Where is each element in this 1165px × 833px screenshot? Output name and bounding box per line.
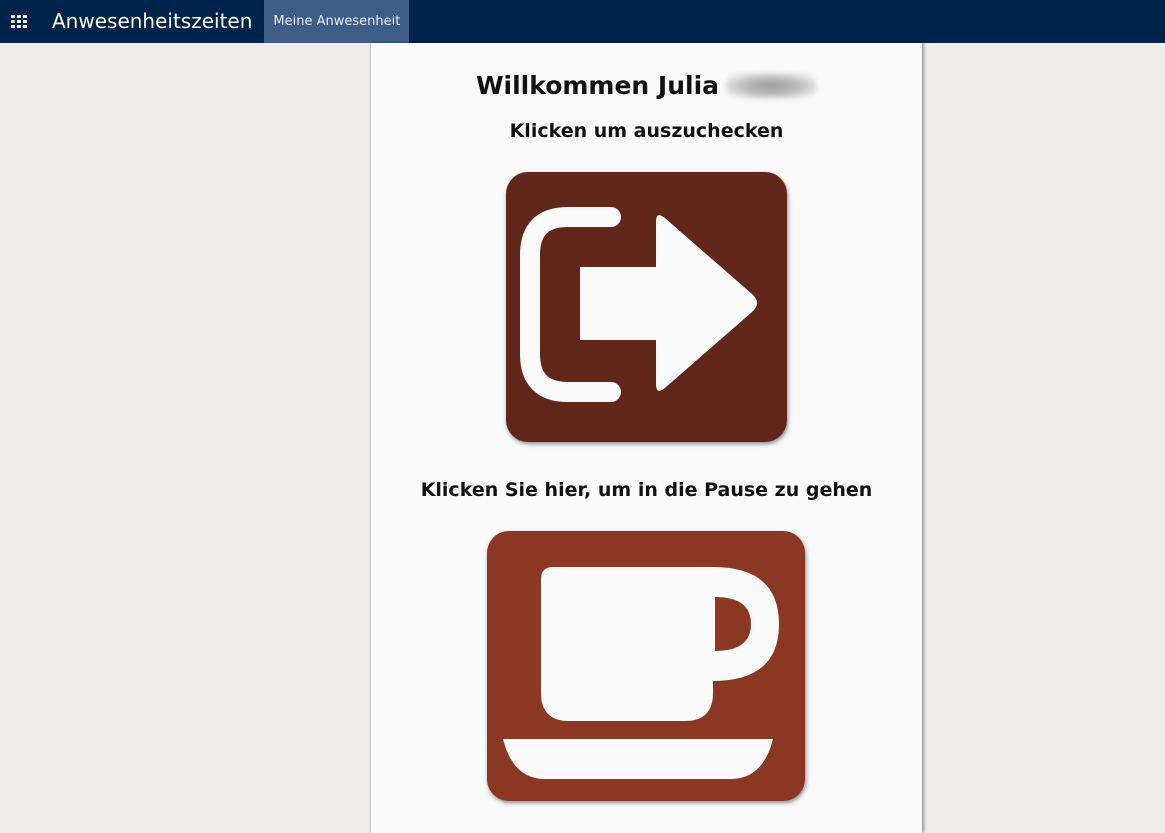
attendance-panel: Willkommen Julia Klicken um auszuchecken… [371,43,922,833]
app-title[interactable]: Anwesenheitszeiten [38,0,264,43]
welcome-text: Willkommen Julia [475,71,720,100]
break-label: Klicken Sie hier, um in die Pause zu geh… [420,479,873,501]
break-button[interactable] [487,531,805,801]
welcome-heading: Willkommen Julia [371,71,922,100]
sign-out-icon [520,207,757,402]
coffee-cup-icon [503,567,779,779]
top-navbar: Anwesenheitszeiten Meine Anwesenheit [0,0,1165,43]
apps-menu-button[interactable] [0,0,38,43]
checkout-label: Klicken um auszuchecken [509,120,784,142]
checkout-button[interactable] [506,172,787,442]
redacted-surname [725,73,818,99]
menu-item-meine-anwesenheit[interactable]: Meine Anwesenheit [264,0,410,43]
apps-grid-icon [11,14,27,28]
